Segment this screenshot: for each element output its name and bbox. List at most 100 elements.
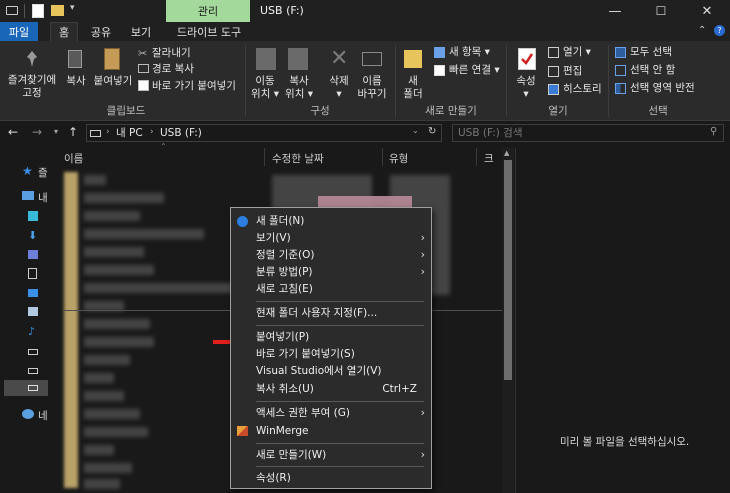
select-none-button[interactable]: 선택 안 함 [630,64,675,77]
menu-item-customize-folder[interactable]: 현재 폴더 사용자 지정(F)... [231,304,431,322]
chevron-down-icon[interactable]: ⌄ [412,126,419,135]
list-item[interactable] [84,175,106,185]
music-icon[interactable]: ♪ [28,325,35,338]
list-item[interactable] [84,463,132,473]
quick-access-dropdown-icon[interactable]: ▾ [70,3,75,13]
list-item[interactable] [84,427,148,437]
list-item[interactable] [84,193,164,203]
scroll-up-arrow-icon[interactable]: ▲ [504,149,509,157]
up-icon[interactable]: ↑ [68,125,78,139]
documents-icon[interactable] [28,268,37,279]
list-item[interactable] [84,445,114,455]
properties-button[interactable]: 속성 ▾ [510,75,542,101]
list-item[interactable] [84,409,140,419]
paste-button[interactable]: 붙여넣기 [92,75,134,88]
3d-objects-icon[interactable] [28,211,38,221]
history-button[interactable]: 히스토리 [563,83,602,96]
scrollbar-thumb[interactable] [504,160,512,380]
select-all-button[interactable]: 모두 선택 [630,46,672,59]
open-button[interactable]: 열기 ▾ [563,46,591,59]
drive-icon[interactable] [28,368,38,374]
search-input[interactable]: USB (F:) 검색 [452,124,724,142]
list-item[interactable] [84,391,124,401]
list-item[interactable] [84,283,234,293]
quick-access-star-icon[interactable]: ★ [22,164,33,178]
menu-item-refresh[interactable]: 새로 고침(E) [231,280,431,298]
list-item[interactable] [84,337,154,347]
menu-separator [256,443,424,444]
rename-button[interactable]: 이름 바꾸기 [354,75,390,101]
ribbon-collapse-icon[interactable]: ⌃ [698,25,706,36]
this-pc-icon[interactable] [22,191,34,200]
list-item[interactable] [84,229,204,239]
new-folder-button[interactable]: 새 폴더 [400,75,426,101]
copy-button[interactable]: 복사 [62,75,90,88]
pin-to-quick-access-button[interactable]: 즐겨찾기에 고정 [4,74,60,100]
list-item[interactable] [84,211,140,221]
properties-quick-icon[interactable] [32,4,44,18]
column-header-type[interactable]: 유형 [389,151,408,166]
menu-item-sort-by[interactable]: 정렬 기준(O) › [231,246,431,264]
menu-item-undo-copy[interactable]: 복사 취소(U) Ctrl+Z [231,380,431,398]
menu-item-properties[interactable]: 속성(R) [231,469,431,487]
tab-view[interactable]: 보기 [128,22,154,41]
list-item[interactable] [84,247,144,257]
videos-icon[interactable] [28,250,38,259]
move-to-button[interactable]: 이동 위치 ▾ [248,75,282,101]
pictures-icon[interactable] [28,307,38,316]
menu-item-group-by[interactable]: 분류 방법(P) › [231,263,431,281]
list-item[interactable] [84,479,120,489]
menu-item-new-folder[interactable]: 새 폴더(N) [231,212,431,230]
list-item[interactable] [84,265,154,275]
edit-button[interactable]: 편집 [563,65,582,78]
menu-item-label: 정렬 기준(O) [256,249,315,261]
column-header-modified[interactable]: 수정한 날짜 [272,151,324,166]
menu-item-view[interactable]: 보기(V) › [231,229,431,247]
breadcrumb-usb-drive[interactable]: USB (F:) [160,127,202,140]
tab-file[interactable]: 파일 [0,22,38,41]
downloads-icon[interactable]: ⬇ [28,229,37,242]
new-item-button[interactable]: 새 항목 ▾ [449,46,490,59]
network-icon[interactable] [22,409,34,419]
tab-drive-tools[interactable]: 드라이브 도구 [170,22,248,41]
pane-divider[interactable] [515,148,516,493]
nav-quick-access-label[interactable]: 즐 [38,165,48,180]
menu-item-paste[interactable]: 붙여넣기(P) [231,328,431,346]
menu-item-open-in-visual-studio[interactable]: Visual Studio에서 열기(V) [231,362,431,380]
new-folder-quick-icon[interactable] [51,5,64,16]
list-item[interactable] [84,373,114,383]
maximize-button[interactable]: ☐ [638,0,684,22]
local-disk-icon[interactable] [28,349,38,355]
manage-tab[interactable]: 관리 [166,0,250,22]
menu-item-winmerge[interactable]: WinMerge [231,422,431,440]
menu-item-new[interactable]: 새로 만들기(W) › [231,446,431,464]
forward-icon[interactable]: → [32,125,42,139]
nav-this-pc-label[interactable]: 내 [38,190,48,205]
help-icon[interactable]: ? [714,25,725,36]
list-item[interactable] [84,355,130,365]
nav-network-label[interactable]: 네 [38,408,48,423]
select-group-label: 선택 [648,105,668,117]
close-button[interactable]: ✕ [684,0,730,22]
back-icon[interactable]: ← [8,125,18,139]
copy-to-button[interactable]: 복사 위치 ▾ [282,75,316,101]
paste-shortcut-button[interactable]: 바로 가기 붙여넣기 [152,80,236,93]
easy-access-button[interactable]: 빠른 연결 ▾ [449,64,500,77]
delete-button[interactable]: 삭제 ▾ [324,75,354,101]
column-header-name[interactable]: 이름 [64,151,83,166]
list-item[interactable] [84,319,150,329]
refresh-icon[interactable]: ↻ [428,126,436,137]
nav-selected-usb[interactable] [4,380,48,396]
desktop-icon[interactable] [28,289,38,297]
cut-button[interactable]: 잘라내기 [152,47,191,60]
column-header-size[interactable]: 크 [484,151,494,166]
menu-item-paste-shortcut[interactable]: 바로 가기 붙여넣기(S) [231,345,431,363]
recent-dropdown-icon[interactable]: ▾ [54,127,58,136]
tab-share[interactable]: 공유 [88,22,114,41]
menu-item-give-access[interactable]: 액세스 권한 부여 (G) › [231,404,431,422]
tab-home[interactable]: 홈 [50,22,78,41]
invert-selection-button[interactable]: 선택 영역 반전 [630,82,695,95]
breadcrumb-this-pc[interactable]: 내 PC [116,127,143,140]
minimize-button[interactable]: — [592,0,638,22]
copy-path-button[interactable]: 경로 복사 [152,63,194,76]
